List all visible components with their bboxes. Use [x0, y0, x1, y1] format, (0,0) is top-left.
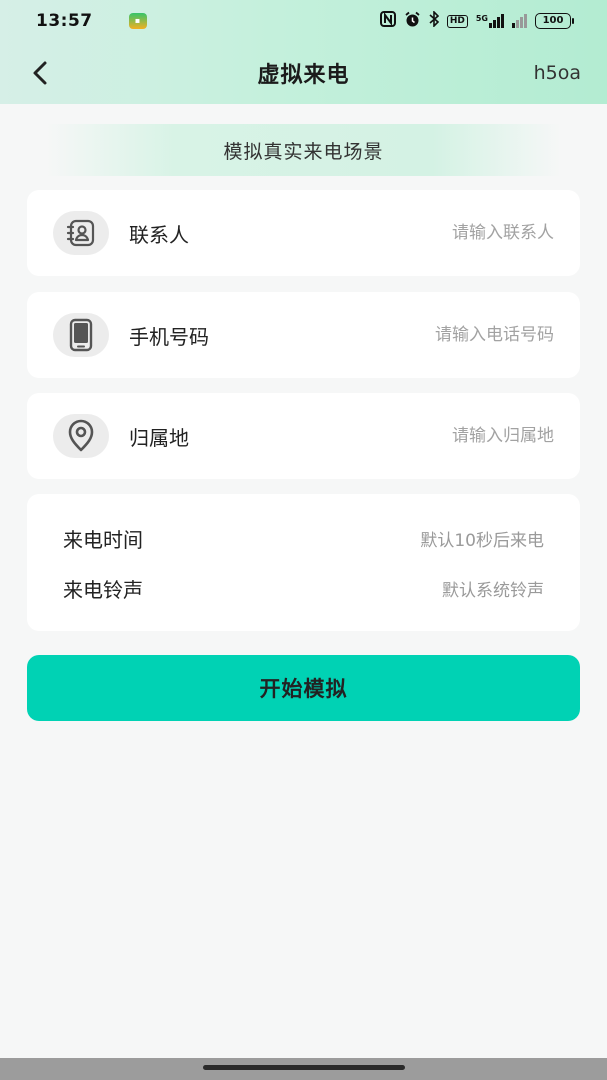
ringtone-value: 默认系统铃声: [442, 580, 544, 601]
status-bar: 13:57 ▪ HD 5G 100: [0, 0, 607, 42]
chevron-left-icon: [33, 61, 47, 85]
nfc-icon: [379, 11, 396, 31]
location-label: 归属地: [129, 425, 189, 450]
alarm-icon: [404, 11, 421, 32]
contact-book-icon: [53, 211, 109, 255]
contact-input[interactable]: [314, 223, 554, 243]
status-time: 13:57: [36, 11, 93, 31]
ringtone-setting[interactable]: 来电铃声 默认系统铃声: [63, 563, 544, 613]
phone-icon: [53, 313, 109, 357]
page-title: 虚拟来电: [257, 63, 350, 88]
home-indicator[interactable]: [203, 1065, 405, 1070]
call-time-label: 来电时间: [63, 527, 143, 552]
signal-5g-icon: 5G: [476, 14, 504, 28]
phone-input[interactable]: [314, 325, 554, 345]
hd-icon: HD: [446, 14, 468, 28]
call-settings-card: 来电时间 默认10秒后来电 来电铃声 默认系统铃声: [27, 494, 580, 631]
start-simulation-button[interactable]: 开始模拟: [27, 655, 580, 721]
navigation-bar: 虚拟来电 h5oa: [0, 42, 607, 104]
phone-field-card[interactable]: 手机号码: [27, 292, 580, 378]
location-pin-icon: [53, 414, 109, 458]
battery-icon: 100: [535, 13, 574, 29]
location-field-card[interactable]: 归属地: [27, 393, 580, 479]
back-button[interactable]: [24, 55, 56, 91]
location-input[interactable]: [314, 426, 554, 446]
call-time-setting[interactable]: 来电时间 默认10秒后来电: [63, 513, 544, 563]
call-time-value: 默认10秒后来电: [420, 530, 544, 551]
banner-text: 模拟真实来电场景: [223, 140, 384, 163]
ringtone-label: 来电铃声: [63, 577, 143, 602]
app-notification-icon: ▪: [128, 13, 147, 29]
contact-label: 联系人: [129, 222, 189, 247]
signal-secondary-icon: [512, 14, 527, 28]
bluetooth-icon: [429, 10, 440, 31]
nav-right-label: h5oa: [533, 62, 581, 84]
scene-banner: 模拟真实来电场景: [46, 124, 561, 176]
contact-field-card[interactable]: 联系人: [27, 190, 580, 276]
phone-label: 手机号码: [129, 324, 209, 349]
status-icons: HD 5G 100: [379, 10, 574, 32]
